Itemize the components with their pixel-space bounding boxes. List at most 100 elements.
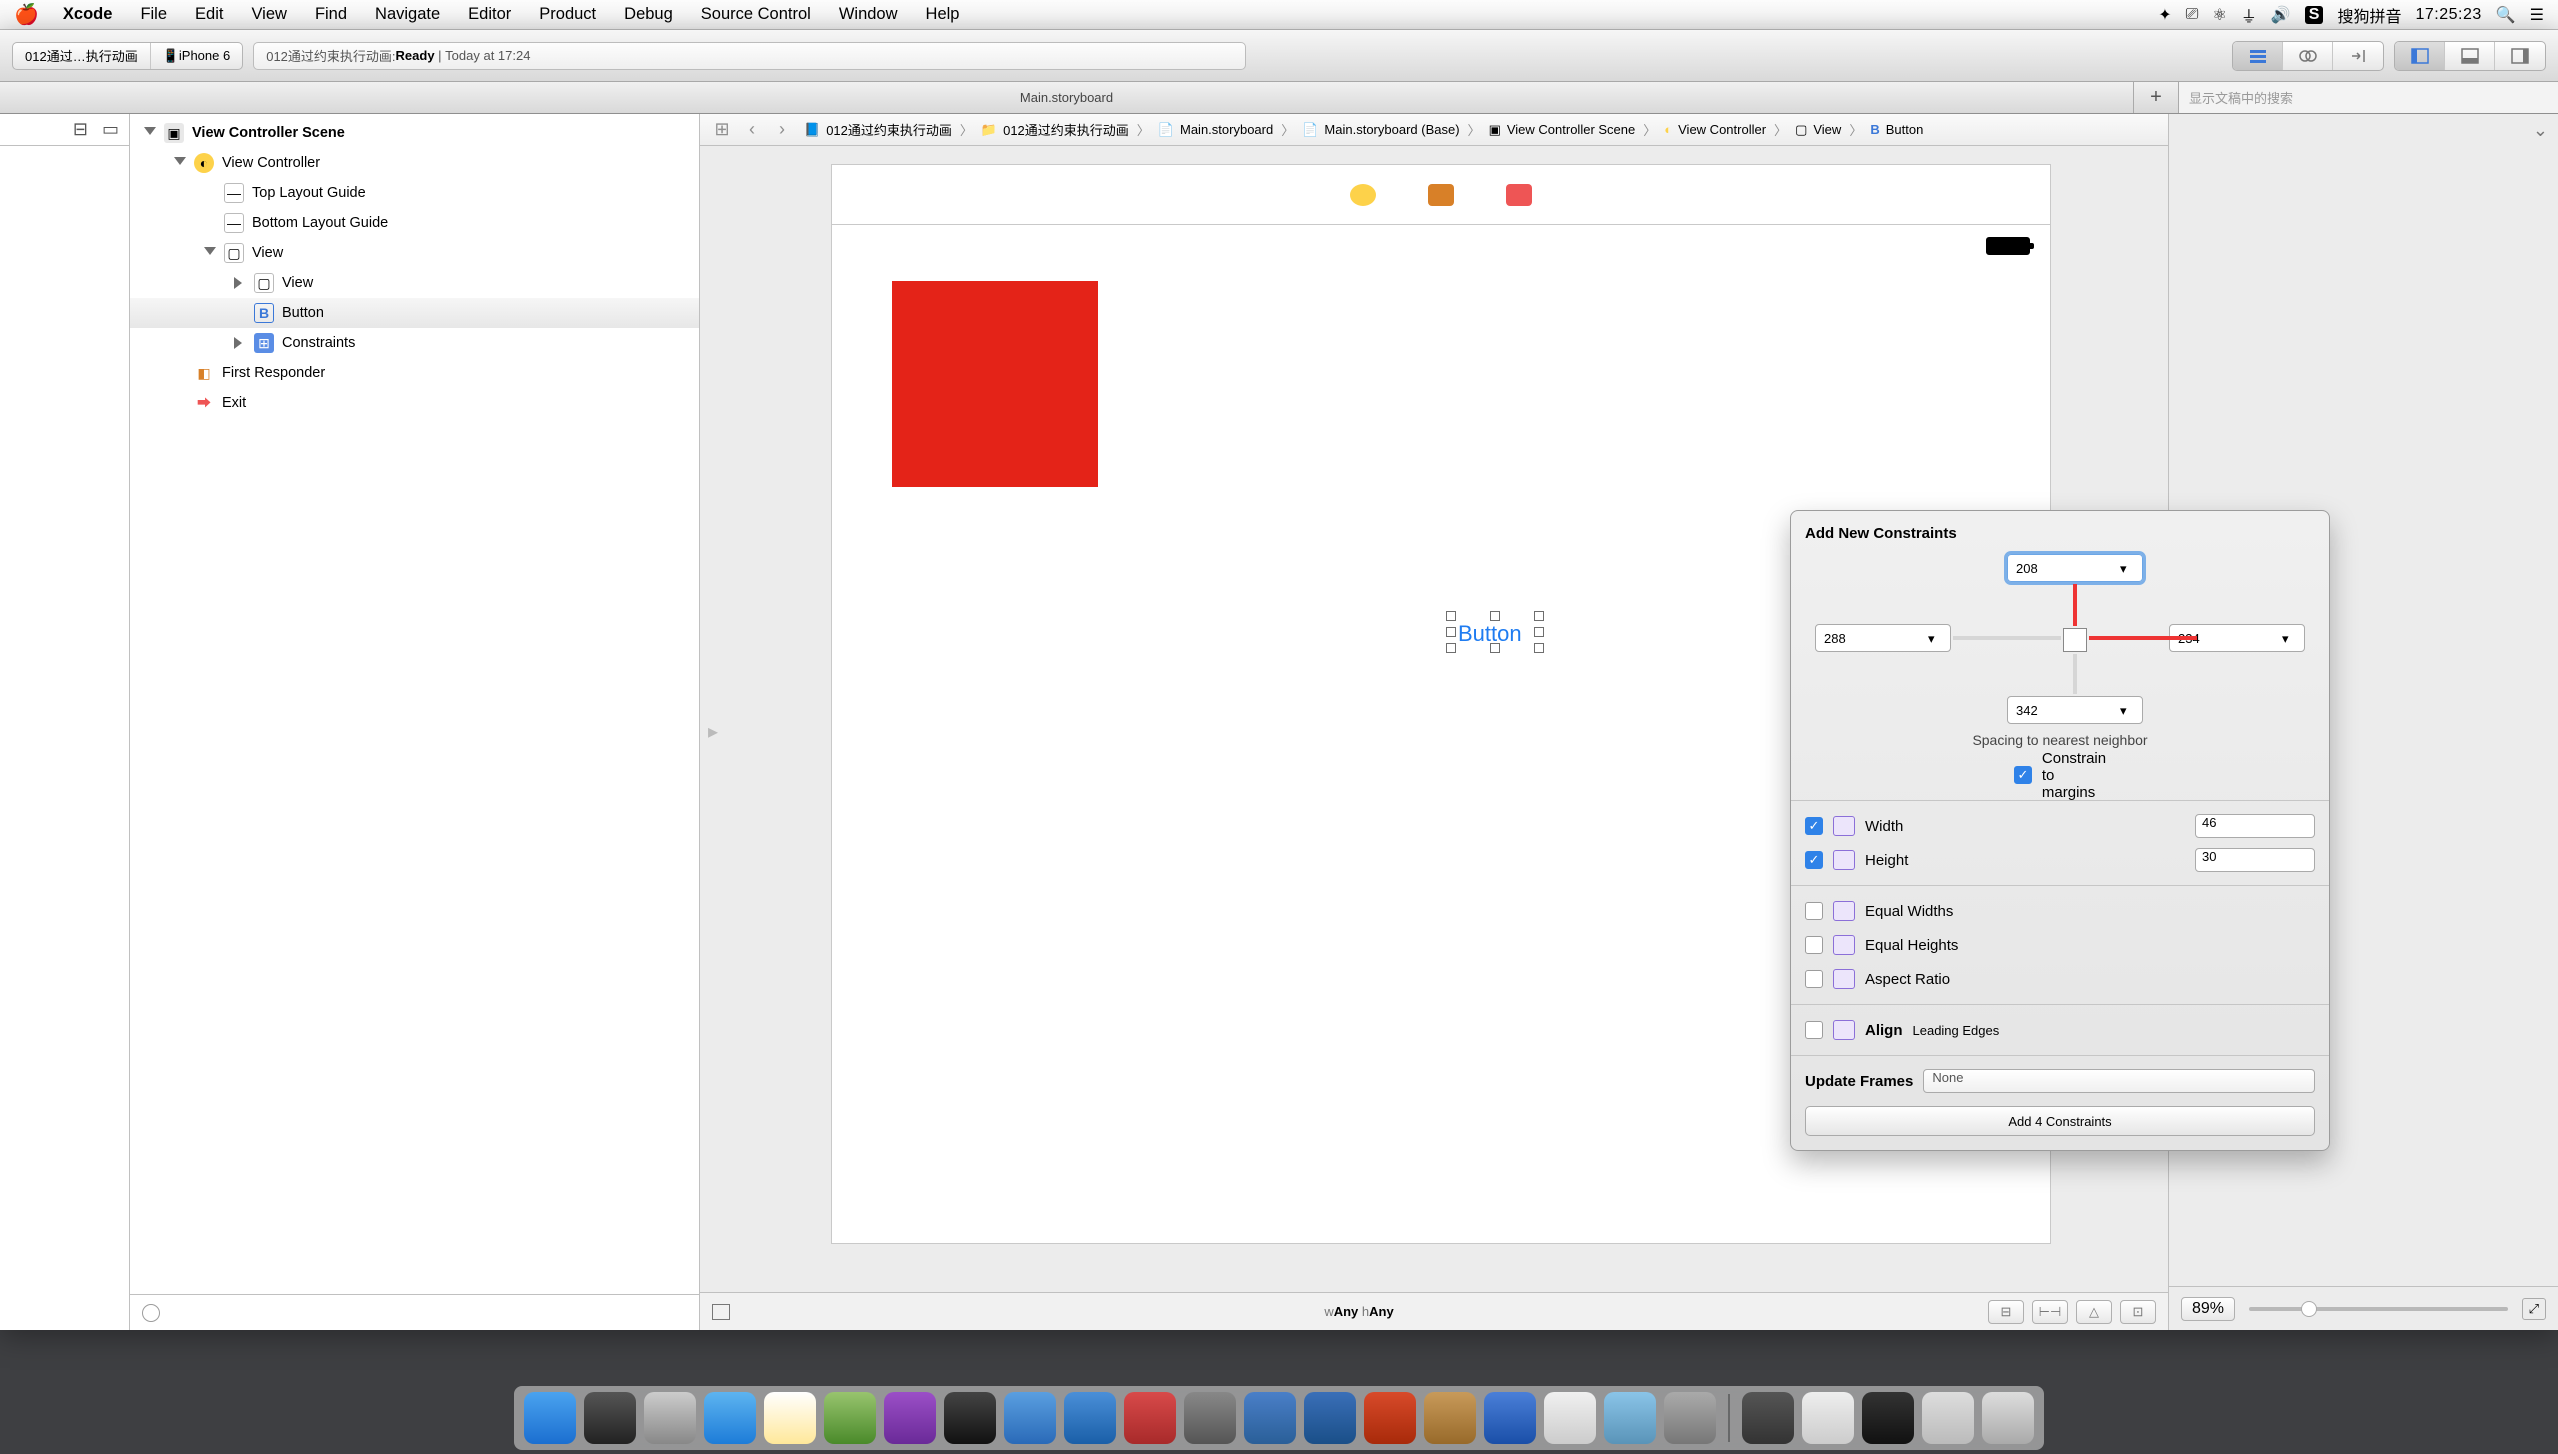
scene-exit-icon[interactable] — [1506, 184, 1532, 206]
outline-subview[interactable]: ▢View — [130, 268, 699, 298]
display-icon[interactable]: ⎚ — [2186, 6, 2199, 24]
dock-app-icon[interactable] — [1604, 1392, 1656, 1444]
outline-filter[interactable] — [130, 1294, 699, 1330]
wifi-icon[interactable]: ⏚ — [2241, 3, 2257, 27]
notification-center-icon[interactable]: ☰ — [2530, 5, 2544, 25]
bluetooth-icon[interactable]: ⚛ — [2212, 5, 2226, 25]
standard-editor-button[interactable] — [2233, 42, 2283, 70]
scheme-target[interactable]: 012通过…执行动画 — [13, 43, 151, 69]
top-spacing-field[interactable]: 208▾ — [2007, 554, 2143, 582]
menu-view[interactable]: View — [237, 0, 300, 30]
recent-files-icon[interactable]: ▭ — [102, 119, 119, 140]
assistant-editor-button[interactable] — [2283, 42, 2333, 70]
outline-bottom-layout-guide[interactable]: ―Bottom Layout Guide — [130, 208, 699, 238]
back-button[interactable]: ‹ — [738, 119, 766, 140]
constrain-margins-checkbox[interactable]: ✓ — [2014, 766, 2032, 784]
dock-app-icon[interactable] — [1064, 1392, 1116, 1444]
status-icon[interactable]: ✦ — [2158, 5, 2171, 25]
dock-finder-icon[interactable] — [524, 1392, 576, 1444]
outline-top-layout-guide[interactable]: ―Top Layout Guide — [130, 178, 699, 208]
toggle-outline-icon[interactable] — [712, 1304, 730, 1320]
inspector-tab-dropdown[interactable]: ⌄ — [2533, 120, 2548, 141]
dock-minimized-icon[interactable] — [1862, 1392, 1914, 1444]
selection-handle[interactable] — [1446, 611, 1456, 621]
chevron-down-icon[interactable]: ▾ — [2120, 561, 2134, 575]
dock-app-icon[interactable] — [1544, 1392, 1596, 1444]
toggle-debug-button[interactable] — [2445, 42, 2495, 70]
chevron-down-icon[interactable]: ▾ — [1928, 631, 1942, 645]
menubar-clock[interactable]: 17:25:23 — [2415, 6, 2481, 24]
outline-first-responder[interactable]: ◧First Responder — [130, 358, 699, 388]
dock-settings-icon[interactable] — [584, 1392, 636, 1444]
outline-viewcontroller[interactable]: ◐View Controller — [130, 148, 699, 178]
dock-app-icon[interactable] — [1304, 1392, 1356, 1444]
jumpbar-project[interactable]: 📘 012通过约束执行动画 — [798, 120, 958, 139]
dock-minimized-icon[interactable] — [1742, 1392, 1794, 1444]
outline-button[interactable]: BButton — [130, 298, 699, 328]
version-editor-button[interactable] — [2333, 42, 2383, 70]
menu-source-control[interactable]: Source Control — [687, 0, 825, 30]
dock-safari-icon[interactable] — [704, 1392, 756, 1444]
menu-file[interactable]: File — [126, 0, 181, 30]
jumpbar-scene[interactable]: ▣ View Controller Scene — [1483, 122, 1642, 138]
resolve-issues-button[interactable]: △ — [2076, 1300, 2112, 1324]
jumpbar-view[interactable]: ▢ View — [1789, 122, 1847, 138]
bottom-beam[interactable] — [2073, 654, 2077, 694]
document-search-field[interactable]: 显示文稿中的搜索 — [2178, 82, 2558, 113]
forward-button[interactable]: › — [768, 119, 796, 140]
resizing-button[interactable]: ⊡ — [2120, 1300, 2156, 1324]
dock-app-icon[interactable] — [1124, 1392, 1176, 1444]
zoom-slider[interactable] — [2249, 1307, 2508, 1311]
new-tab-button[interactable]: + — [2134, 82, 2178, 113]
menu-editor[interactable]: Editor — [454, 0, 525, 30]
dock-notes-icon[interactable] — [764, 1392, 816, 1444]
outline-constraints[interactable]: ⊞Constraints — [130, 328, 699, 358]
dock-xcode-icon[interactable] — [824, 1392, 876, 1444]
selection-handle[interactable] — [1446, 627, 1456, 637]
update-frames-select[interactable]: None — [1923, 1069, 2315, 1093]
menu-help[interactable]: Help — [912, 0, 974, 30]
outline-exit[interactable]: ⮕Exit — [130, 388, 699, 418]
grid-icon[interactable]: ⊞ — [708, 119, 736, 140]
equal-widths-checkbox[interactable] — [1805, 902, 1823, 920]
bottom-spacing-field[interactable]: 342▾ — [2007, 696, 2143, 724]
selection-handle[interactable] — [1490, 643, 1500, 653]
jumpbar-button[interactable]: B Button — [1864, 122, 1929, 137]
jumpbar-viewcontroller[interactable]: ◐ View Controller — [1658, 122, 1772, 137]
width-checkbox[interactable]: ✓ — [1805, 817, 1823, 835]
dock-filezilla-icon[interactable] — [1364, 1392, 1416, 1444]
dock-app-icon[interactable] — [1244, 1392, 1296, 1444]
dock-launchpad-icon[interactable] — [644, 1392, 696, 1444]
selection-handle[interactable] — [1446, 643, 1456, 653]
dock-minimized-icon[interactable] — [1922, 1392, 1974, 1444]
app-menu[interactable]: Xcode — [49, 0, 127, 30]
scheme-device[interactable]: 📱 iPhone 6 — [151, 43, 243, 69]
toggle-navigator-button[interactable] — [2395, 42, 2445, 70]
aspect-ratio-checkbox[interactable] — [1805, 970, 1823, 988]
trailing-beam[interactable] — [2089, 636, 2197, 640]
ime-label[interactable]: 搜狗拼音 — [2337, 3, 2401, 27]
leading-beam[interactable] — [1953, 636, 2061, 640]
align-button[interactable]: ⊟ — [1988, 1300, 2024, 1324]
menu-edit[interactable]: Edit — [181, 0, 237, 30]
jumpbar-folder[interactable]: 📁 012通过约束执行动画 — [975, 120, 1135, 139]
volume-icon[interactable]: 🔊 — [2271, 5, 2291, 25]
scene-first-responder-icon[interactable] — [1428, 184, 1454, 206]
leading-spacing-field[interactable]: 288▾ — [1815, 624, 1951, 652]
menu-window[interactable]: Window — [825, 0, 912, 30]
chevron-down-icon[interactable]: ▾ — [2120, 703, 2134, 717]
equal-heights-checkbox[interactable] — [1805, 936, 1823, 954]
menu-navigate[interactable]: Navigate — [361, 0, 454, 30]
menu-product[interactable]: Product — [525, 0, 610, 30]
height-checkbox[interactable]: ✓ — [1805, 851, 1823, 869]
apple-menu-icon[interactable]: 🍎 — [14, 2, 39, 27]
dock-trash-icon[interactable] — [1982, 1392, 2034, 1444]
menu-find[interactable]: Find — [301, 0, 361, 30]
dock-minimized-icon[interactable] — [1802, 1392, 1854, 1444]
dock-preview-icon[interactable] — [1664, 1392, 1716, 1444]
toggle-utilities-button[interactable] — [2495, 42, 2545, 70]
outline-view[interactable]: ▢View — [130, 238, 699, 268]
canvas-red-view[interactable] — [892, 281, 1098, 487]
top-beam[interactable] — [2073, 584, 2077, 626]
pin-button[interactable]: ⊢⊣ — [2032, 1300, 2068, 1324]
